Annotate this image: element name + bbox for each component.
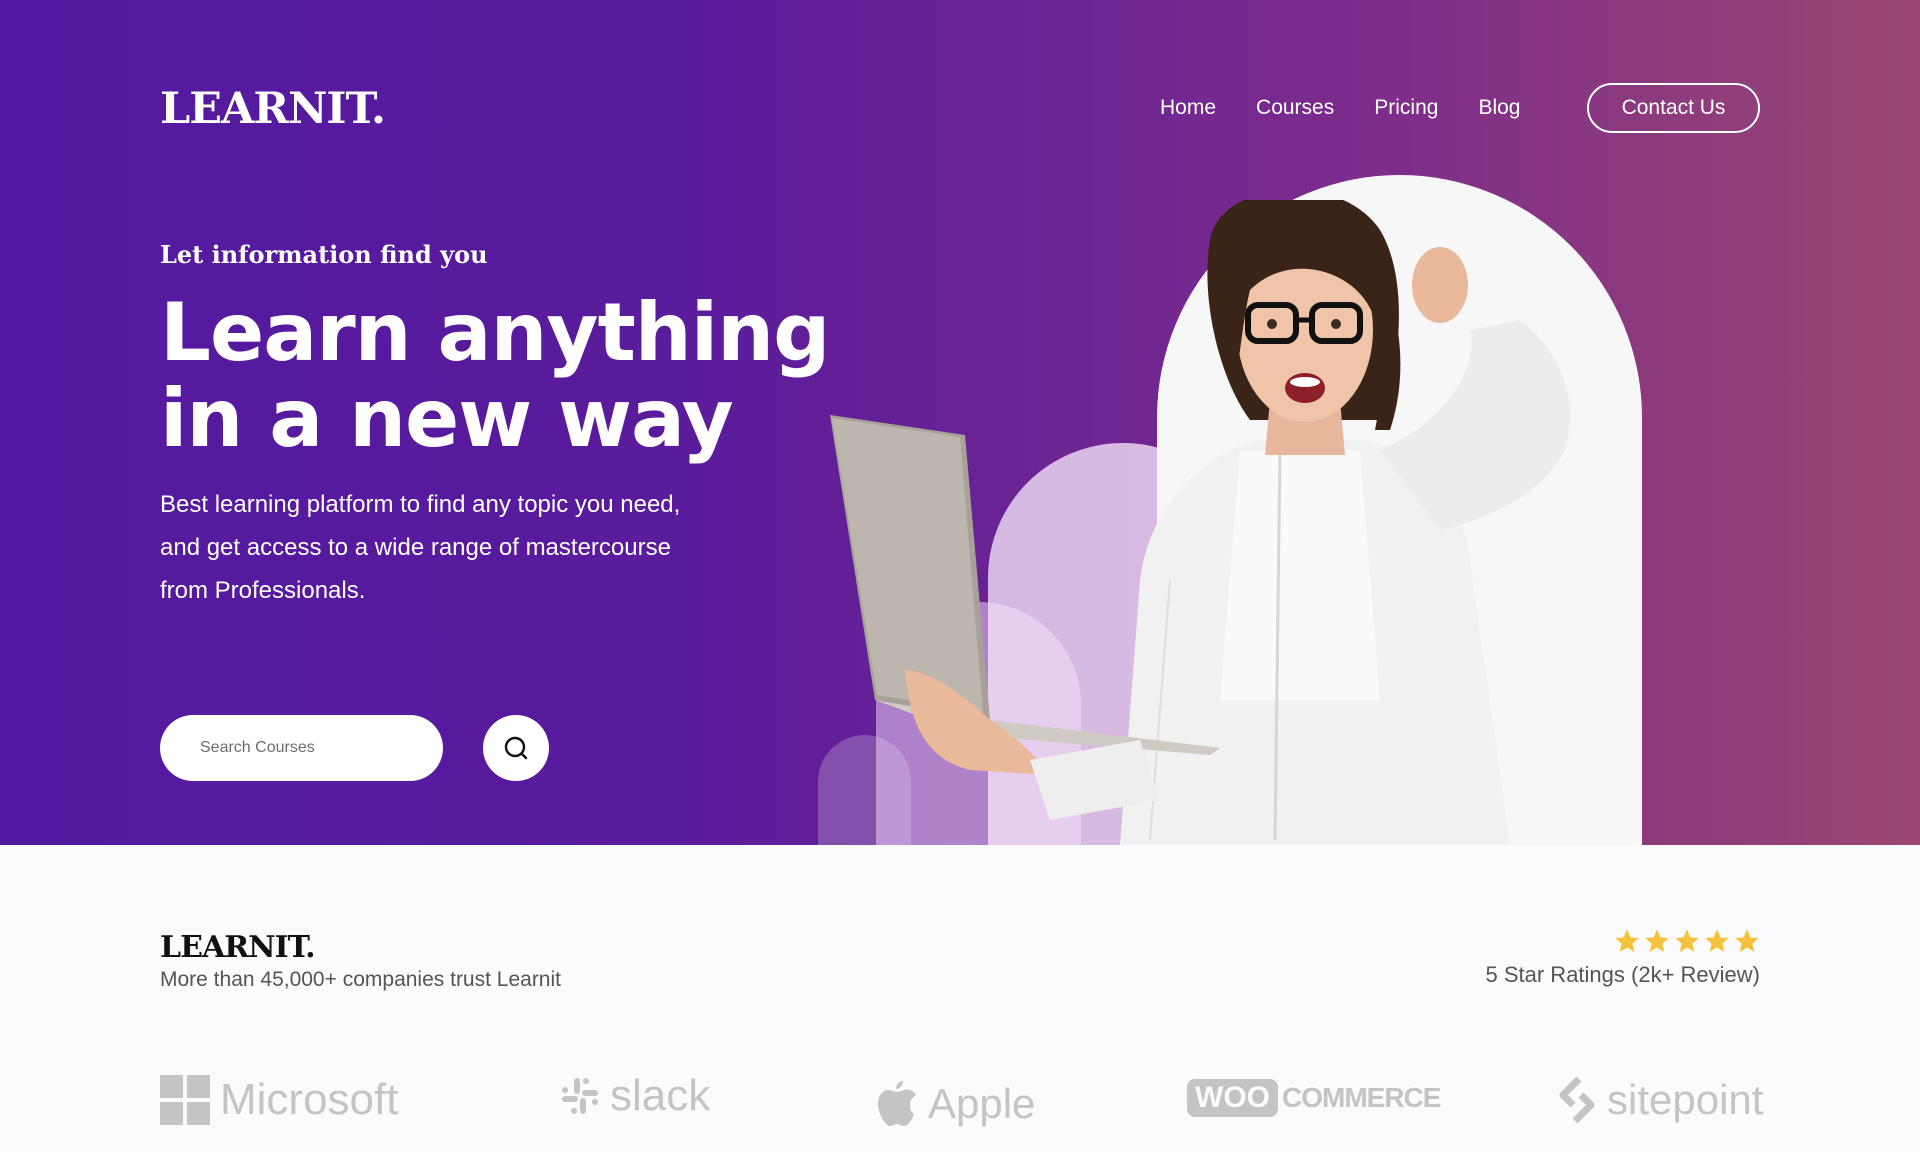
partner-woocommerce: WOO COMMERCE bbox=[1187, 1068, 1441, 1128]
headline-line-1: Learn anything bbox=[160, 286, 830, 379]
microsoft-logo-icon bbox=[160, 1075, 210, 1125]
partner-microsoft: Microsoft bbox=[160, 1070, 398, 1130]
main-nav: Home Courses Pricing Blog bbox=[1160, 83, 1560, 133]
trust-text: More than 45,000+ companies trust Learni… bbox=[160, 968, 561, 991]
hero-tagline: Let information find you bbox=[160, 240, 488, 269]
partner-name: COMMERCE bbox=[1282, 1082, 1441, 1113]
star-icon bbox=[1615, 929, 1639, 952]
apple-logo-icon bbox=[878, 1081, 916, 1126]
sitepoint-logo-icon bbox=[1559, 1077, 1595, 1123]
search-input[interactable] bbox=[160, 715, 443, 781]
star-icon bbox=[1675, 929, 1699, 952]
nav-link-blog[interactable]: Blog bbox=[1478, 96, 1520, 120]
hero-description: Best learning platform to find any topic… bbox=[160, 491, 681, 604]
search-button[interactable] bbox=[483, 715, 549, 781]
hero-section: LEARNIT. Home Courses Pricing Blog Conta… bbox=[0, 0, 1920, 845]
headline-line-2: in a new way bbox=[160, 372, 734, 465]
contact-us-button[interactable]: Contact Us bbox=[1587, 83, 1760, 133]
partner-apple: Apple bbox=[876, 1074, 1035, 1134]
partner-name: slack bbox=[610, 1071, 711, 1120]
search-icon bbox=[504, 736, 528, 760]
partner-name: Apple bbox=[928, 1080, 1036, 1127]
nav-link-home[interactable]: Home bbox=[1160, 96, 1216, 120]
partner-slack: slack bbox=[560, 1066, 710, 1126]
rating-stars bbox=[1613, 927, 1761, 955]
nav-link-pricing[interactable]: Pricing bbox=[1374, 96, 1438, 120]
star-icon bbox=[1705, 929, 1729, 952]
hero-headline: Learn anything in a new way bbox=[160, 290, 840, 462]
brand-logo[interactable]: LEARNIT. bbox=[160, 84, 386, 134]
woo-badge: WOO bbox=[1187, 1079, 1278, 1117]
rating-text: 5 Star Ratings (2k+ Review) bbox=[1485, 962, 1761, 987]
slack-logo-icon bbox=[562, 1078, 598, 1114]
partner-name: sitepoint bbox=[1607, 1076, 1764, 1123]
nav-link-courses[interactable]: Courses bbox=[1256, 96, 1334, 120]
hero-person-image bbox=[830, 200, 1570, 845]
trust-logo: LEARNIT. bbox=[160, 930, 316, 965]
star-icon bbox=[1735, 929, 1759, 952]
partner-name: Microsoft bbox=[220, 1075, 399, 1124]
star-icon bbox=[1645, 929, 1669, 952]
partner-sitepoint: sitepoint bbox=[1557, 1070, 1763, 1130]
